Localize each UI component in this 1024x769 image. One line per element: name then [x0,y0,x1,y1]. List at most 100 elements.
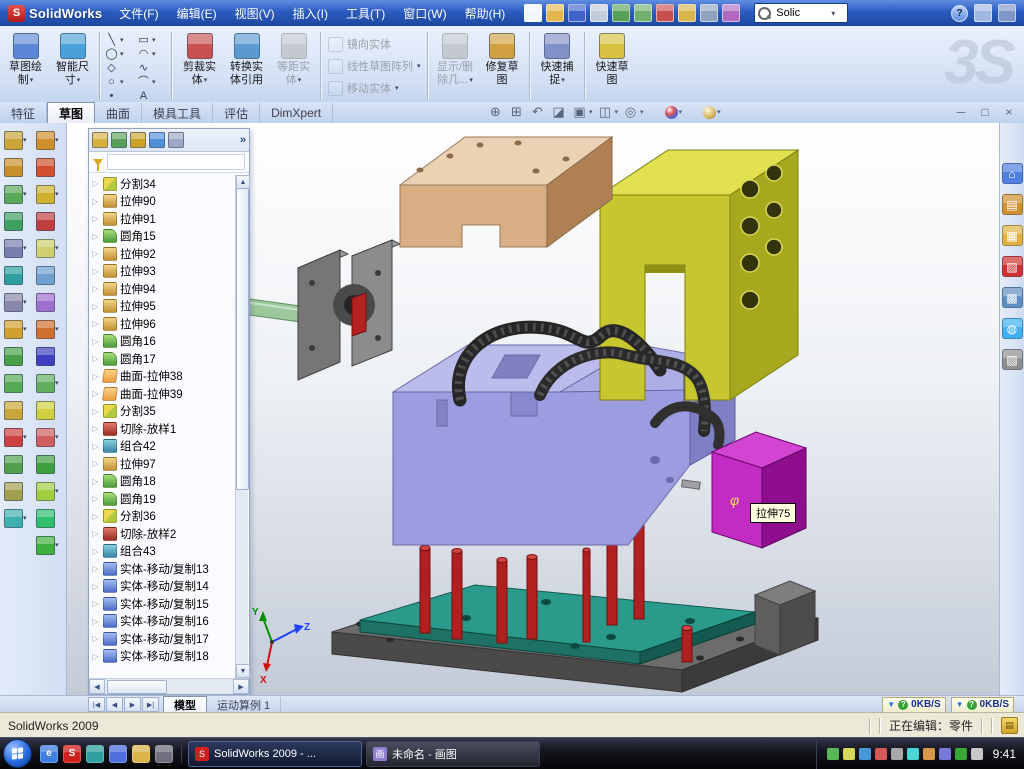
toolbar-button[interactable]: 显示/删 除几...▾ [432,28,479,104]
commandmanager-tab[interactable]: DimXpert [260,103,333,123]
dimension-tool-icon[interactable]: ▾ [36,185,59,203]
design-library-icon[interactable]: ▤ [1002,194,1023,215]
dome-icon[interactable] [4,455,27,473]
tree-item[interactable]: ▷ 曲面-拉伸39 [91,385,235,403]
split-entities-icon[interactable]: ▾ [36,482,59,500]
tree-item[interactable]: ▷ 组合43 [91,543,235,561]
dropdown-arrow-icon[interactable]: ▾ [469,74,473,87]
dropdown-arrow-icon[interactable]: ▾ [55,541,59,549]
expand-arrow-icon[interactable]: ▷ [91,582,100,591]
first-tab-button[interactable]: |◀ [88,697,105,712]
dropdown-arrow-icon[interactable]: ▾ [77,74,81,87]
solidworks-quicklaunch-icon[interactable]: S [63,745,81,763]
dropdown-arrow-icon[interactable]: ▾ [55,136,59,144]
dropdown-arrow-icon[interactable]: ▾ [417,62,421,70]
dropdown-arrow-icon[interactable]: ▾ [589,108,593,116]
part-gray-rail[interactable] [755,581,815,655]
expand-arrow-icon[interactable]: ▷ [91,319,100,328]
view-orientation-icon[interactable]: ▣▾ [572,104,593,120]
coordinate-system-icon[interactable]: ▾ [36,320,59,338]
dropdown-arrow-icon[interactable]: ▾ [23,514,27,522]
toolbar-button[interactable]: 转换实 体引用 [223,28,270,104]
expand-arrow-icon[interactable]: ▷ [91,337,100,346]
appearances-pane-icon[interactable]: ◍ [1002,318,1023,339]
tree-item[interactable]: ▷ 实体-移动/复制15 [91,595,235,613]
document-tab[interactable]: 运动算例 1 [207,697,281,713]
featuremanager-tab-icon[interactable] [92,132,108,148]
dropdown-arrow-icon[interactable]: ▾ [55,379,59,387]
save-icon[interactable] [568,4,586,22]
scene-icon[interactable]: ▾ [687,106,721,119]
sketch-fillet-icon[interactable]: ⌒▾ [136,75,168,88]
zoom-fit-icon[interactable]: ⊕ [488,104,504,120]
reference-pattern-icon[interactable]: ▾ [4,239,27,257]
toolbar-button[interactable]: 镜向实体 [325,35,424,53]
corner-rectangle-icon[interactable]: ▭▾ [136,33,168,46]
snap-hook-icon[interactable]: ▾ [36,536,59,554]
expand-arrow-icon[interactable]: ▷ [91,564,100,573]
line-icon[interactable]: ╲▾ [104,33,136,46]
dropdown-arrow-icon[interactable]: ▾ [679,108,683,116]
polygon-icon[interactable]: ◇ [104,61,136,74]
tree-item[interactable]: ▷ 切除-放样2 [91,525,235,543]
expand-arrow-icon[interactable]: ▷ [91,547,100,556]
fullscreen-icon[interactable] [998,4,1016,22]
filter-input[interactable] [107,154,245,170]
commandmanager-tab[interactable]: 草图 [47,102,95,123]
offset-entities-icon[interactable] [36,401,59,419]
arc-tool-icon[interactable] [36,158,59,176]
toolbar-button[interactable]: 快速捕 捉▾ [534,28,581,104]
restore-button[interactable]: □ [978,105,992,119]
view-palette-icon[interactable]: ▩ [1002,287,1023,308]
tree-item[interactable]: ▷ 分割35 [91,403,235,421]
circle-icon[interactable]: ◯▾ [104,47,136,60]
dropdown-arrow-icon[interactable]: ▾ [55,487,59,495]
zoom-area-icon[interactable]: ⊞ [509,104,525,120]
panel-chevron-icon[interactable]: » [240,134,246,146]
jog-line-icon[interactable] [36,509,59,527]
show-desktop-icon[interactable] [109,745,127,763]
expand-arrow-icon[interactable]: ▷ [91,442,100,451]
dropdown-arrow-icon[interactable]: ▾ [717,108,721,116]
media-player-icon[interactable] [86,745,104,763]
document-tab[interactable]: 模型 [163,696,207,713]
tree-item[interactable]: ▷ 拉伸90 [91,193,235,211]
axis-icon[interactable] [36,266,59,284]
commandmanager-tab[interactable]: 曲面 [95,103,142,123]
commandmanager-tab[interactable]: 特征 [0,103,47,123]
dropdown-arrow-icon[interactable]: ▾ [23,433,27,441]
tree-item[interactable]: ▷ 实体-移动/复制17 [91,630,235,648]
dropdown-arrow-icon[interactable]: ▾ [23,244,27,252]
tree-item[interactable]: ▷ 拉伸97 [91,455,235,473]
toolbar-button[interactable]: 等距实 体▾ [270,28,317,104]
display-style-icon[interactable]: ◫▾ [598,104,619,120]
menu-item[interactable]: 编辑(E) [168,0,226,26]
tree-item[interactable]: ▷ 拉伸95 [91,298,235,316]
question-icon[interactable]: ? [967,700,977,710]
tree-item[interactable]: ▷ 拉伸91 [91,210,235,228]
revolve-boss-icon[interactable] [4,158,27,176]
undo-icon[interactable] [612,4,630,22]
taskbar-task-button[interactable]: 画 未命名 - 画图 [366,741,540,767]
tree-item[interactable]: ▷ 分割36 [91,508,235,526]
dropdown-arrow-icon[interactable]: ▾ [615,108,619,116]
curve-icon[interactable]: ▾ [4,509,27,527]
dropdown-arrow-icon[interactable]: ▾ [120,78,124,86]
toolbar-button[interactable]: 智能尺 寸▾ [49,28,96,104]
toolbar-button[interactable]: 快速草 图 [589,28,636,104]
tray-icon-8[interactable] [939,748,951,760]
wrap-icon[interactable]: ▾ [4,428,27,446]
expand-arrow-icon[interactable]: ▷ [91,197,100,206]
expand-arrow-icon[interactable]: ▷ [91,354,100,363]
rib-icon[interactable] [4,266,27,284]
tree-item[interactable]: ▷ 拉伸96 [91,315,235,333]
expand-arrow-icon[interactable]: ▷ [91,494,100,503]
notes-icon[interactable]: ▤ [1001,717,1018,734]
toolbar-button[interactable]: 草图绘 制▾ [2,28,49,104]
dropdown-arrow-icon[interactable]: ▾ [23,190,27,198]
custom-properties-icon[interactable]: ▧ [1002,349,1023,370]
tray-icon-2[interactable] [843,748,855,760]
toolbar-button[interactable]: 修复草 图 [479,28,526,104]
dropdown-arrow-icon[interactable]: ▾ [23,298,27,306]
part-tan-block[interactable] [400,137,612,247]
